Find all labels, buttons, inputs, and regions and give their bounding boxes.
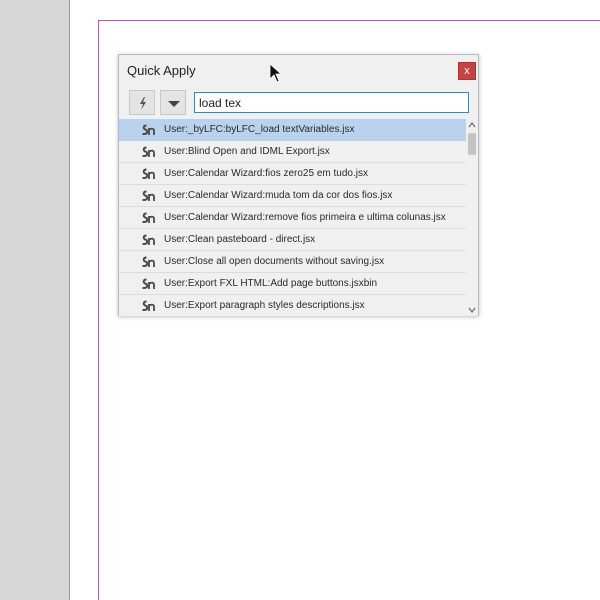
dropdown-triangle-icon xyxy=(168,101,180,107)
results-list: User:_byLFC:byLFC_load textVariables.jsx… xyxy=(119,119,466,316)
script-icon xyxy=(142,146,155,157)
scroll-up-arrow-icon[interactable] xyxy=(468,121,476,129)
pasteboard xyxy=(0,0,69,600)
scroll-down-arrow-icon[interactable] xyxy=(468,306,476,314)
filter-menu-button[interactable] xyxy=(160,90,186,115)
result-item[interactable]: User:Close all open documents without sa… xyxy=(119,251,466,273)
margin-guide-left xyxy=(98,20,99,600)
result-item[interactable]: User:Clean pasteboard - direct.jsx xyxy=(119,229,466,251)
result-item-label: User:Calendar Wizard:muda tom da cor dos… xyxy=(164,190,393,201)
mouse-pointer-icon xyxy=(269,63,283,83)
result-item-label: User:Calendar Wizard:remove fios primeir… xyxy=(164,212,446,223)
result-item[interactable]: User:Blind Open and IDML Export.jsx xyxy=(119,141,466,163)
close-button[interactable]: x xyxy=(458,62,476,80)
result-item[interactable]: User:Calendar Wizard:remove fios primeir… xyxy=(119,207,466,229)
search-input[interactable] xyxy=(194,92,469,113)
result-item-label: User:_byLFC:byLFC_load textVariables.jsx xyxy=(164,124,355,135)
panel-toolbar xyxy=(129,90,469,116)
indesign-workspace: Quick Apply x User:_byLFC:byLFC_load tex… xyxy=(0,0,600,600)
margin-guide-top xyxy=(98,20,600,21)
script-icon xyxy=(142,300,155,311)
script-icon xyxy=(142,278,155,289)
result-item[interactable]: User:_byLFC:byLFC_load textVariables.jsx xyxy=(119,119,466,141)
result-item-label: User:Export FXL HTML:Add page buttons.js… xyxy=(164,278,378,289)
results-scrollbar[interactable] xyxy=(466,119,478,316)
result-item[interactable]: User:Calendar Wizard:muda tom da cor dos… xyxy=(119,185,466,207)
result-item-label: User:Blind Open and IDML Export.jsx xyxy=(164,146,330,157)
scroll-thumb[interactable] xyxy=(468,133,476,155)
result-item-label: User:Clean pasteboard - direct.jsx xyxy=(164,234,316,245)
result-item[interactable]: User:Export paragraph styles description… xyxy=(119,295,466,316)
script-icon xyxy=(142,234,155,245)
script-icon xyxy=(142,168,155,179)
panel-titlebar[interactable]: Quick Apply x xyxy=(119,55,478,87)
quick-apply-bolt-button[interactable] xyxy=(129,90,155,115)
result-item-label: User:Calendar Wizard:fios zero25 em tudo… xyxy=(164,168,368,179)
script-icon xyxy=(142,190,155,201)
result-item-label: User:Export paragraph styles description… xyxy=(164,300,365,311)
script-icon xyxy=(142,212,155,223)
result-item[interactable]: User:Export FXL HTML:Add page buttons.js… xyxy=(119,273,466,295)
lightning-bolt-icon xyxy=(140,97,146,110)
panel-title: Quick Apply xyxy=(127,63,196,78)
quick-apply-panel: Quick Apply x User:_byLFC:byLFC_load tex… xyxy=(118,54,479,316)
script-icon xyxy=(142,124,155,135)
script-icon xyxy=(142,256,155,267)
result-item-label: User:Close all open documents without sa… xyxy=(164,256,385,267)
result-item[interactable]: User:Calendar Wizard:fios zero25 em tudo… xyxy=(119,163,466,185)
